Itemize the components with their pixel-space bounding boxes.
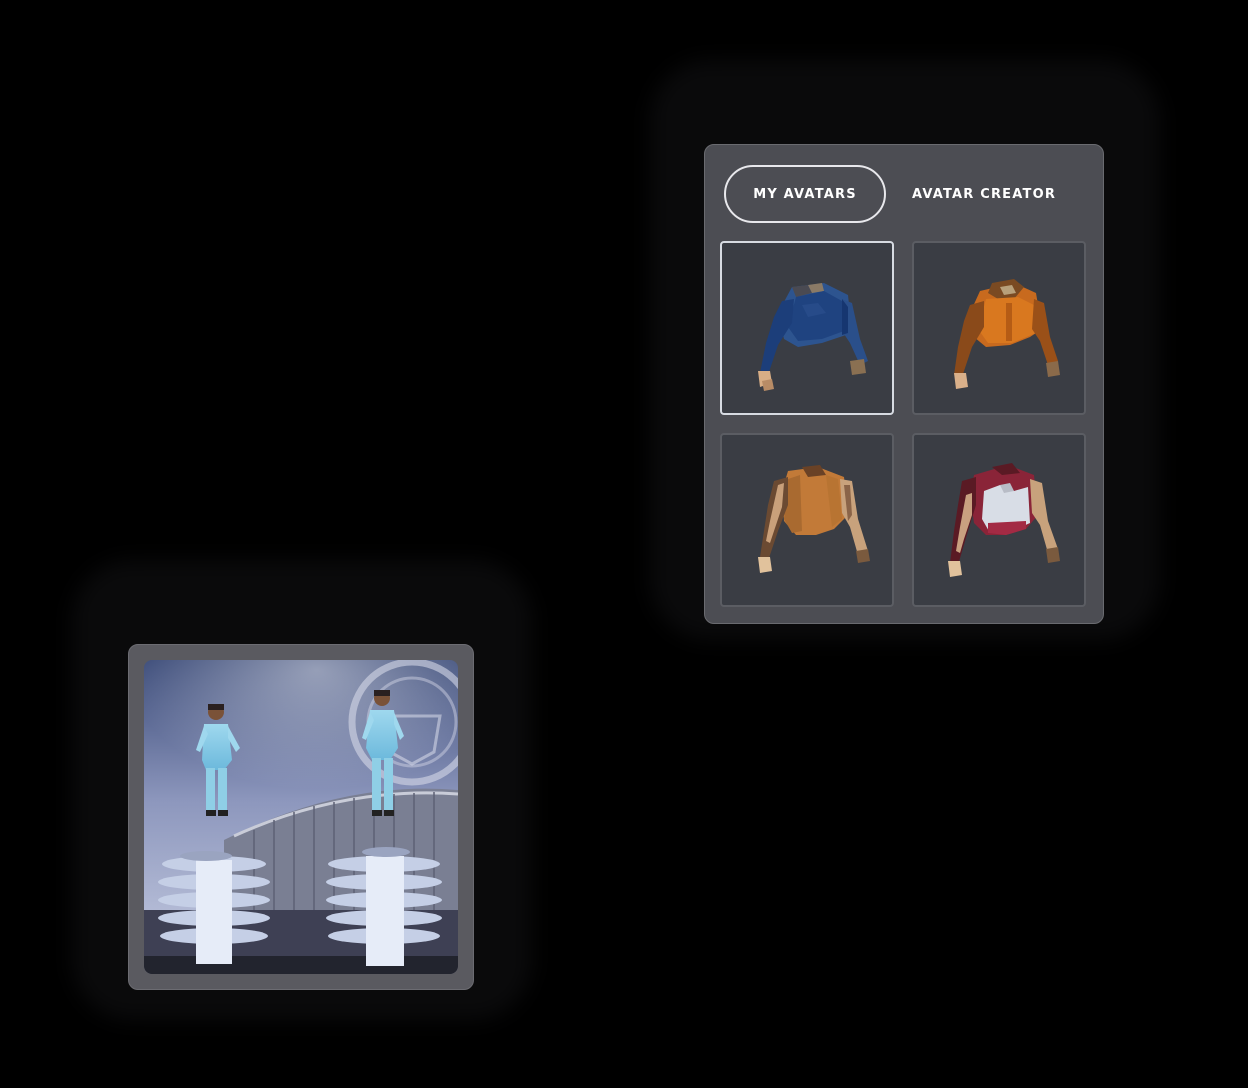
tab-my-avatars[interactable]: MY AVATARS — [724, 165, 886, 223]
tab-avatar-creator[interactable]: AVATAR CREATOR — [895, 165, 1073, 223]
stadium-photo-icon — [144, 660, 458, 974]
maroon-white-shirt-avatar-icon — [948, 463, 1060, 577]
avatar-tile-brown-shirt[interactable] — [720, 433, 894, 607]
stadium-players-image — [144, 660, 458, 974]
avatar-tile-blue-jersey[interactable] — [720, 241, 894, 415]
blue-jersey-avatar-icon — [758, 283, 868, 391]
brown-shirt-avatar-icon — [758, 465, 870, 573]
orange-jacket-avatar-icon — [954, 279, 1060, 389]
avatar-tile-maroon-white-shirt[interactable] — [912, 433, 1086, 607]
avatar-panel: MY AVATARS AVATAR CREATOR — [704, 144, 1104, 624]
avatar-tile-orange-jacket[interactable] — [912, 241, 1086, 415]
photo-card — [128, 644, 474, 990]
